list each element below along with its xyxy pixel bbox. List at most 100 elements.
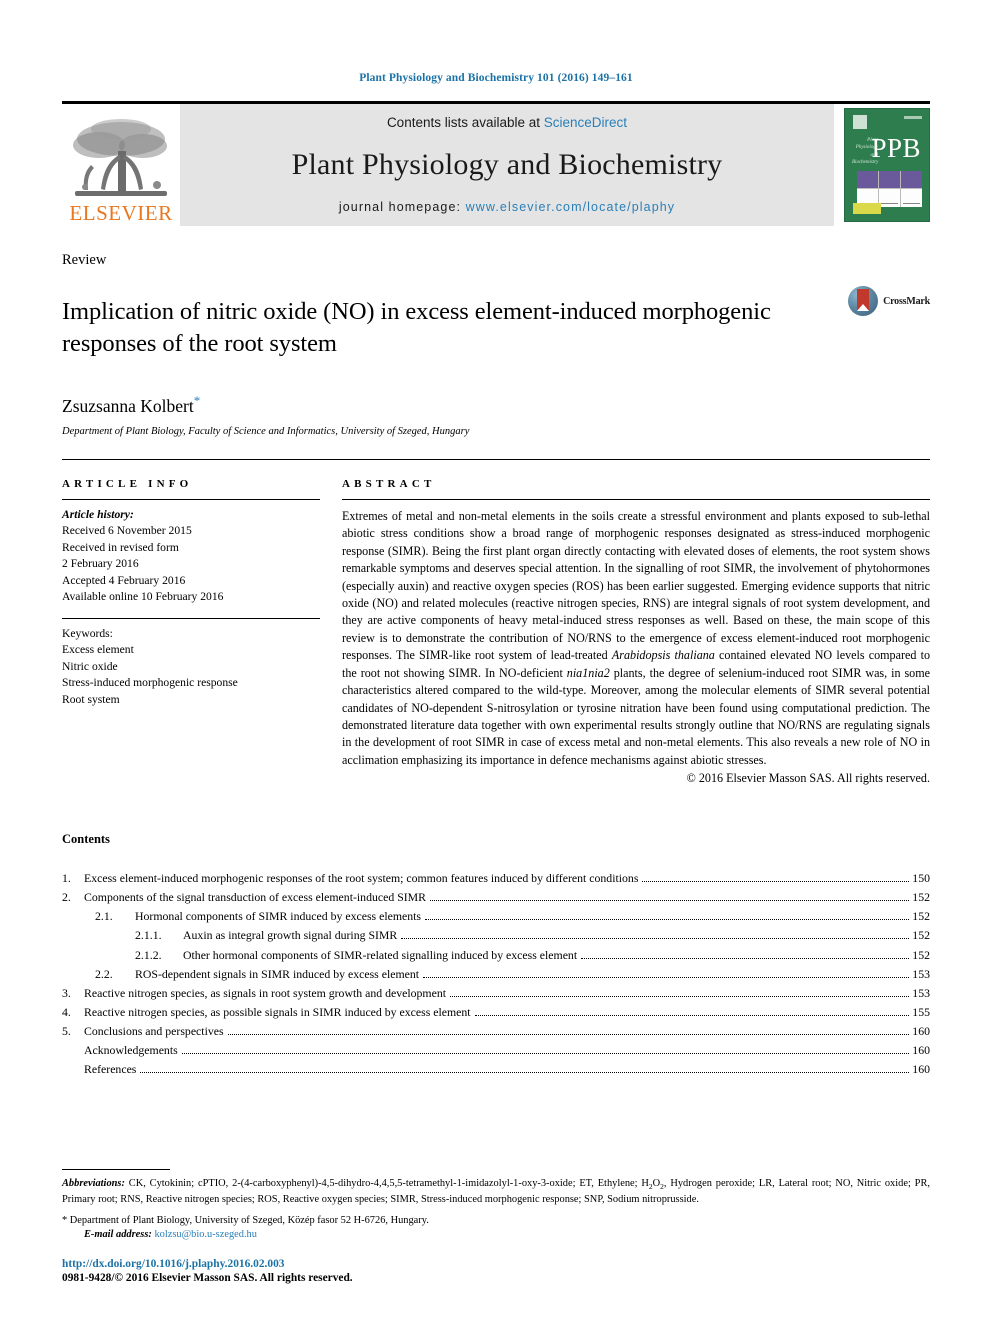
issn-copyright: 0981-9428/© 2016 Elsevier Masson SAS. Al…: [62, 1272, 353, 1284]
toc-page: 155: [912, 1004, 930, 1019]
toc-page: 153: [912, 966, 930, 981]
masthead-center-band: Contents lists available at ScienceDirec…: [180, 103, 834, 226]
corresponding-author-marker[interactable]: *: [194, 393, 201, 408]
footnotes-section: Abbreviations: CK, Cytokinin; cPTIO, 2-(…: [62, 1169, 930, 1284]
toc-entry[interactable]: 2.1.1. Auxin as integral growth signal d…: [62, 926, 930, 945]
toc-entry[interactable]: 3. Reactive nitrogen species, as signals…: [62, 984, 930, 1003]
toc-page: 152: [912, 928, 930, 943]
journal-masthead: ELSEVIER Contents lists available at Sci…: [62, 100, 930, 226]
toc-entry[interactable]: 2.1. Hormonal components of SIMR induced…: [62, 907, 930, 926]
toc-label: Reactive nitrogen species, as possible s…: [84, 1004, 471, 1019]
abstract-part-1: Extremes of metal and non-metal elements…: [342, 509, 930, 663]
article-info-heading: ARTICLE INFO: [62, 478, 193, 491]
email-label: E-mail address:: [84, 1229, 152, 1240]
toc-number: 2.1.: [95, 909, 113, 924]
toc-entry[interactable]: 2.1.2. Other hormonal components of SIMR…: [62, 946, 930, 965]
journal-homepage-link[interactable]: www.elsevier.com/locate/plaphy: [466, 200, 675, 214]
toc-page: 160: [912, 1024, 930, 1038]
toc-label: Reactive nitrogen species, as signals in…: [84, 985, 447, 1000]
elsevier-wordmark: ELSEVIER: [69, 200, 173, 225]
keywords-block: Keywords: Excess element Nitric oxide St…: [62, 619, 320, 708]
toc-label: References: [84, 1062, 137, 1077]
toc-number: 1.: [62, 871, 71, 886]
cover-elsevier-mark-top-icon: [853, 114, 867, 129]
toc-leader: [425, 919, 910, 921]
cover-abbrev: PPB: [871, 132, 921, 163]
history-item: Received in revised form: [62, 540, 179, 554]
crossmark-badge[interactable]: CrossMark: [848, 280, 930, 317]
toc-entry[interactable]: 4. Reactive nitrogen species, as possibl…: [62, 1003, 930, 1022]
toc-leader: [401, 938, 910, 940]
toc-number: 2.1.2.: [135, 947, 162, 962]
doi-link[interactable]: http://dx.doi.org/10.1016/j.plaphy.2016.…: [62, 1258, 930, 1270]
toc-entry[interactable]: 5. Conclusions and perspectives 160: [62, 1022, 930, 1041]
author-label: Zsuzsanna Kolbert: [62, 395, 194, 416]
toc-page: 160: [912, 1043, 930, 1058]
contents-heading: Contents: [62, 832, 110, 847]
email-link[interactable]: kolzsu@bio.u-szeged.hu: [154, 1229, 257, 1240]
toc-number: 2.2.: [95, 966, 113, 981]
article-history-block: Article history: Received 6 November 201…: [62, 500, 320, 606]
toc-page: 160: [912, 1062, 930, 1077]
abbreviations-note: Abbreviations: CK, Cytokinin; cPTIO, 2-(…: [62, 1177, 930, 1207]
toc-label: Hormonal components of SIMR induced by e…: [135, 909, 422, 924]
toc-leader: [450, 995, 910, 997]
article-type: Review: [62, 251, 107, 268]
history-item: Accepted 4 February 2016: [62, 573, 186, 587]
toc-number: 2.1.1.: [135, 928, 162, 943]
journal-homepage-line: journal homepage: www.elsevier.com/locat…: [339, 200, 675, 214]
toc-entry[interactable]: 1. Excess element-induced morphogenic re…: [62, 869, 930, 888]
toc-number: 3.: [62, 985, 71, 1000]
elsevier-logo: ELSEVIER: [62, 104, 180, 226]
abstract-heading: ABSTRACT: [342, 478, 436, 491]
history-item: Received 6 November 2015: [62, 524, 192, 538]
toc-label: Other hormonal components of SIMR-relate…: [183, 947, 578, 962]
toc-entry[interactable]: 2.2. ROS-dependent signals in SIMR induc…: [62, 965, 930, 984]
elsevier-tree-icon: [69, 115, 173, 203]
toc-label: Auxin as integral growth signal during S…: [183, 928, 398, 943]
abstract-italic-mutant: nia1nia2: [566, 665, 610, 680]
toc-entry[interactable]: Acknowledgements 160: [62, 1041, 930, 1060]
journal-title: Plant Physiology and Biochemistry: [291, 147, 723, 181]
keyword-item: Root system: [62, 692, 120, 706]
toc-page: 150: [912, 871, 930, 886]
cover-figure-strip: [857, 170, 922, 207]
keyword-item: Stress-induced morphogenic response: [62, 676, 238, 690]
toc-label: Acknowledgements: [84, 1043, 178, 1058]
article-history-label: Article history:: [62, 508, 134, 522]
toc-entry[interactable]: 2. Components of the signal transduction…: [62, 888, 930, 907]
toc-entry[interactable]: References 160: [62, 1060, 930, 1079]
article-first-page: Plant Physiology and Biochemistry 101 (2…: [0, 0, 992, 1323]
toc-leader: [140, 1072, 910, 1074]
toc-leader: [181, 1053, 910, 1055]
article-info-column: ARTICLE INFO Article history: Received 6…: [62, 478, 320, 786]
history-item: Available online 10 February 2016: [62, 590, 224, 604]
sciencedirect-link[interactable]: ScienceDirect: [544, 115, 627, 130]
toc-page: 153: [912, 985, 930, 1000]
cover-publisher-badge-icon: [853, 202, 881, 214]
toc-number: 5.: [62, 1024, 71, 1038]
keyword-item: Nitric oxide: [62, 659, 118, 673]
crossmark-label: CrossMark: [883, 295, 930, 307]
abbreviations-text-a: CK, Cytokinin; cPTIO, 2-(4-carboxyphenyl…: [124, 1178, 649, 1190]
toc-leader: [430, 900, 910, 902]
abstract-column: ABSTRACT Extremes of metal and non-metal…: [342, 478, 930, 786]
toc-number: 4.: [62, 1004, 71, 1019]
history-item: 2 February 2016: [62, 557, 139, 571]
toc-label: Excess element-induced morphogenic respo…: [84, 871, 639, 886]
abstract-copyright: © 2016 Elsevier Masson SAS. All rights r…: [686, 771, 930, 786]
title-row: Implication of nitric oxide (NO) in exce…: [62, 280, 930, 376]
contents-section: Contents 1. Excess element-induced morph…: [62, 832, 930, 1079]
toc-leader: [642, 881, 910, 883]
abstract-italic-species: Arabidopsis thaliana: [611, 648, 715, 663]
contents-available-line: Contents lists available at ScienceDirec…: [387, 115, 627, 130]
toc-label: Components of the signal transduction of…: [84, 890, 427, 905]
footnote-divider: [62, 1169, 170, 1171]
toc-page: 152: [912, 947, 930, 962]
keywords-label: Keywords:: [62, 626, 113, 640]
author-name: Zsuzsanna Kolbert*: [62, 393, 930, 417]
toc-page: 152: [912, 909, 930, 924]
ppb-cover-image: Plant Physiology and Biochemistry PPB: [844, 107, 930, 222]
email-note: E-mail address: kolzsu@bio.u-szeged.hu: [62, 1229, 930, 1240]
journal-homepage-label: journal homepage:: [338, 199, 466, 214]
